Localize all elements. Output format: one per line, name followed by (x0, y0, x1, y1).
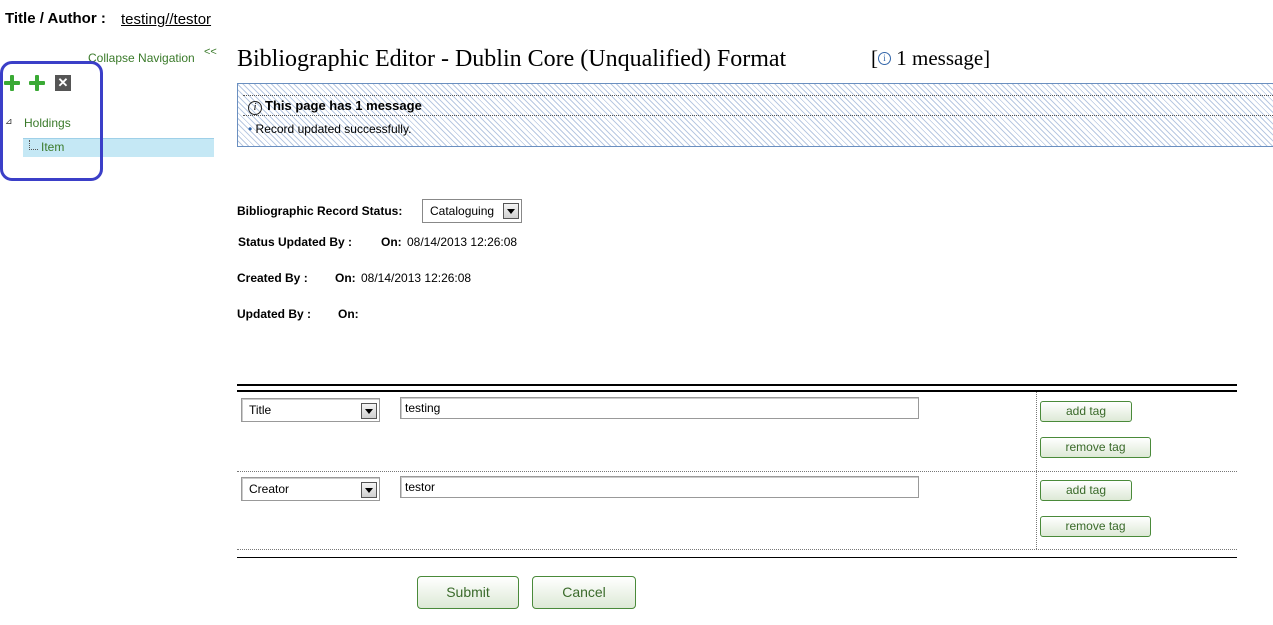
collapse-arrows-icon[interactable]: << (204, 46, 217, 58)
message-text: Record updated successfully. (255, 122, 412, 136)
tag-field-select[interactable]: Title (241, 398, 380, 422)
submit-button[interactable]: Submit (417, 576, 519, 609)
title-author-label: Title / Author : (5, 10, 106, 27)
tag-value-input[interactable]: testor (400, 476, 919, 498)
created-date: 08/14/2013 12:26:08 (361, 271, 472, 285)
message-count-text: 1 message] (896, 46, 991, 70)
annotation-highlight-box (0, 61, 103, 181)
updated-on-label: On: (338, 307, 359, 321)
status-updated-on-label: On: (381, 235, 402, 249)
status-updated-date: 08/14/2013 12:26:08 (407, 235, 518, 249)
tag-value-text: testor (405, 480, 436, 494)
table-border (237, 384, 1237, 386)
remove-tag-button[interactable]: remove tag (1040, 437, 1151, 458)
record-status-select[interactable]: Cataloguing (422, 199, 522, 223)
created-on-label: On: (335, 271, 356, 285)
message-heading-text: This page has 1 message (265, 98, 422, 113)
add-tag-button[interactable]: add tag (1040, 401, 1132, 422)
record-status-label: Bibliographic Record Status: (237, 204, 403, 218)
add-tag-button[interactable]: add tag (1040, 480, 1132, 501)
created-by-label: Created By : (237, 271, 308, 285)
info-icon: i (878, 51, 891, 65)
bullet-icon: • (248, 122, 253, 136)
message-item: • Record updated successfully. (248, 122, 411, 136)
chevron-down-icon[interactable] (503, 203, 519, 219)
info-icon: i (248, 101, 262, 115)
tag-field-value: Creator (249, 482, 290, 496)
row-divider (237, 549, 1237, 550)
table-border (237, 557, 1237, 558)
cancel-button[interactable]: Cancel (532, 576, 636, 609)
table-border (237, 390, 1237, 392)
column-divider (1036, 392, 1037, 549)
message-count-bracket: [ (871, 46, 878, 70)
tag-field-select[interactable]: Creator (241, 477, 380, 501)
message-heading: i This page has 1 message (248, 98, 422, 115)
title-author-link[interactable]: testing//testor (121, 11, 211, 28)
message-count[interactable]: [i 1 message] (871, 46, 990, 71)
record-status-value: Cataloguing (430, 204, 495, 218)
tag-field-value: Title (249, 403, 272, 417)
row-divider (237, 471, 1237, 472)
collapse-navigation-link[interactable]: Collapse Navigation (88, 51, 195, 65)
page-title: Bibliographic Editor - Dublin Core (Unqu… (237, 46, 787, 72)
remove-tag-button[interactable]: remove tag (1040, 516, 1151, 537)
tag-value-input[interactable]: testing (400, 397, 919, 419)
tag-value-text: testing (405, 401, 441, 415)
updated-by-label: Updated By : (237, 307, 312, 321)
status-updated-by-label: Status Updated By : (238, 235, 353, 249)
chevron-down-icon[interactable] (361, 482, 377, 498)
chevron-down-icon[interactable] (361, 403, 377, 419)
